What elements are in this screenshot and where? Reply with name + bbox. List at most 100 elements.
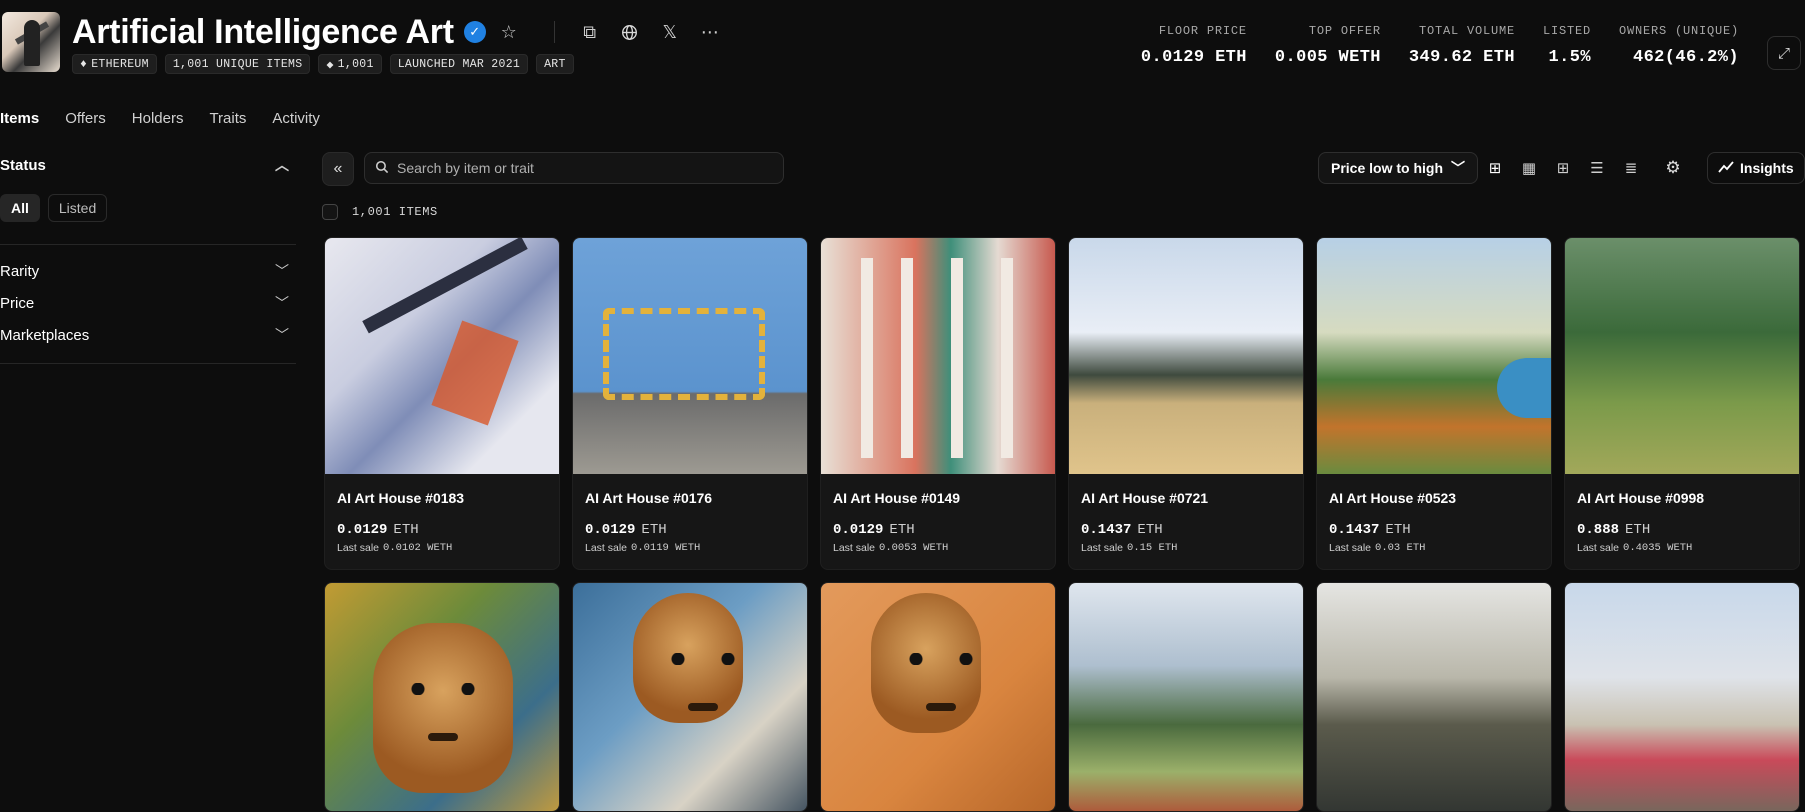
- category-badge: ART: [536, 54, 574, 74]
- item-name: AI Art House #0721: [1081, 490, 1209, 506]
- filter-sidebar: Status ︿ All Listed Rarity ﹀ Price ﹀ Mar…: [0, 150, 296, 374]
- sort-dropdown[interactable]: Price low to high ﹀: [1318, 152, 1479, 184]
- item-name: AI Art House #0183: [337, 490, 465, 506]
- chevron-down-icon: ﹀: [275, 295, 289, 311]
- item-price: 0.1437 ETH: [1081, 522, 1163, 538]
- select-all-checkbox[interactable]: [322, 204, 338, 220]
- verified-badge-icon: ✓: [463, 21, 486, 43]
- item-image: [821, 583, 1055, 811]
- item-card[interactable]: AI Art House #0176 0.0129 ETH Last sale 0.…: [572, 237, 808, 570]
- collection-title: Artificial Intelligence Art: [72, 12, 454, 51]
- item-price: 0.888 ETH: [1577, 522, 1651, 538]
- tab-offers[interactable]: Offers: [65, 110, 106, 133]
- item-last-sale: Last sale 0.15 ETH: [1081, 542, 1178, 554]
- settings-gear-icon[interactable]: ⚙: [1657, 152, 1689, 184]
- item-image: [1069, 583, 1303, 811]
- item-last-sale: Last sale 0.0053 WETH: [833, 542, 949, 554]
- items-toolbar: « Price low to high ﹀ ⊞ ▦ ⊞ ☰ ≣ ⚙ Insigh…: [322, 152, 1805, 186]
- item-card[interactable]: AI Art House #0523 0.1437 ETH Last sale 0.…: [1316, 237, 1552, 570]
- item-image: [1069, 238, 1303, 474]
- rarity-filter[interactable]: Rarity ﹀: [0, 255, 296, 287]
- search-icon: [375, 160, 389, 177]
- list-view-icon[interactable]: ☰: [1582, 152, 1612, 184]
- chevron-up-icon: ︿: [275, 157, 289, 173]
- item-name: AI Art House #0523: [1329, 490, 1457, 506]
- stat-listed: LISTED 1.5%: [1542, 24, 1591, 67]
- items-count: 1,001 ITEMS: [352, 205, 438, 219]
- item-image: [1565, 583, 1799, 811]
- divider: [0, 363, 296, 364]
- status-all-button[interactable]: All: [0, 194, 40, 222]
- more-options-icon[interactable]: ⋯: [697, 19, 723, 45]
- item-last-sale: Last sale 0.0119 WETH: [585, 542, 701, 554]
- unique-items-badge: 1,001 UNIQUE ITEMS: [164, 54, 311, 74]
- tab-holders[interactable]: Holders: [132, 110, 184, 133]
- items-count-row: 1,001 ITEMS: [322, 204, 438, 220]
- item-image: [573, 583, 807, 811]
- tab-traits[interactable]: Traits: [209, 110, 246, 133]
- item-name: AI Art House #0176: [585, 490, 713, 506]
- item-card[interactable]: AI Art House #0149 0.0129 ETH Last sale 0.…: [820, 237, 1056, 570]
- item-card[interactable]: [324, 582, 560, 812]
- table-view-icon[interactable]: ≣: [1616, 152, 1646, 184]
- grid-small-view-icon[interactable]: ⊞: [1548, 152, 1578, 184]
- collection-stats: FLOOR PRICE 0.0129 ETH TOP OFFER 0.005 W…: [1141, 24, 1739, 67]
- ethereum-icon: ♦: [80, 57, 88, 71]
- item-card[interactable]: [820, 582, 1056, 812]
- item-card[interactable]: [1068, 582, 1304, 812]
- item-card[interactable]: AI Art House #0998 0.888 ETH Last sale 0.4…: [1564, 237, 1800, 570]
- search-input[interactable]: [397, 160, 757, 176]
- item-image: [325, 583, 559, 811]
- x-social-icon[interactable]: 𝕏: [657, 19, 683, 45]
- item-card[interactable]: AI Art House #0183 0.0129 ETH Last sale 0.…: [324, 237, 560, 570]
- chevron-down-icon: ﹀: [275, 263, 289, 279]
- grid-large-view-icon[interactable]: ⊞: [1480, 152, 1510, 184]
- item-price: 0.0129 ETH: [585, 522, 667, 538]
- stat-total-volume: TOTAL VOLUME 349.62 ETH: [1408, 24, 1515, 67]
- view-toggle: ⊞ ▦ ⊞ ☰ ≣: [1480, 152, 1646, 184]
- grid-medium-view-icon[interactable]: ▦: [1514, 152, 1544, 184]
- insights-button[interactable]: Insights: [1707, 152, 1805, 184]
- divider: [553, 21, 555, 43]
- status-listed-button[interactable]: Listed: [47, 194, 108, 222]
- item-last-sale: Last sale 0.4035 WETH: [1577, 542, 1693, 554]
- marketplaces-filter[interactable]: Marketplaces ﹀: [0, 319, 296, 351]
- tab-items[interactable]: Items: [0, 110, 39, 133]
- launch-date-badge: LAUNCHED MAR 2021: [389, 54, 529, 74]
- item-image: [1565, 238, 1799, 474]
- item-price: 0.1437 ETH: [1329, 522, 1411, 538]
- item-card[interactable]: [1564, 582, 1800, 812]
- expand-icon[interactable]: ⤢: [1767, 36, 1801, 70]
- price-filter[interactable]: Price ﹀: [0, 287, 296, 319]
- trend-line-icon: [1718, 160, 1734, 176]
- item-image: [821, 238, 1055, 474]
- item-image: [573, 238, 807, 474]
- collection-header: Artificial Intelligence Art ✓ ☆ ⧉ 𝕏 ⋯ ♦ E…: [0, 0, 1805, 90]
- item-card[interactable]: [1316, 582, 1552, 812]
- chevron-down-icon: ﹀: [1451, 160, 1466, 176]
- stat-top-offer: TOP OFFER 0.005 WETH: [1274, 24, 1381, 67]
- tab-activity[interactable]: Activity: [272, 110, 320, 133]
- status-toggle: All Listed: [0, 194, 296, 222]
- item-card[interactable]: AI Art House #0721 0.1437 ETH Last sale 0.…: [1068, 237, 1304, 570]
- favorite-star-icon[interactable]: ☆: [496, 19, 522, 45]
- collection-tabs: Items Offers Holders Traits Activity: [0, 110, 320, 133]
- stat-floor-price: FLOOR PRICE 0.0129 ETH: [1140, 24, 1247, 67]
- item-card[interactable]: [572, 582, 808, 812]
- collection-avatar: [2, 12, 60, 72]
- website-globe-icon[interactable]: [617, 19, 643, 45]
- stat-owners: OWNERS (UNIQUE) 462(46.2%): [1618, 24, 1739, 67]
- chevron-down-icon: ﹀: [275, 327, 289, 343]
- item-price: 0.0129 ETH: [337, 522, 419, 538]
- chain-badge: ♦ ETHEREUM: [72, 54, 157, 74]
- item-name: AI Art House #0998: [1577, 490, 1705, 506]
- item-image: [325, 238, 559, 474]
- copy-icon[interactable]: ⧉: [577, 19, 603, 45]
- items-grid: AI Art House #0183 0.0129 ETH Last sale 0.…: [324, 237, 1800, 812]
- item-image: [1317, 583, 1551, 811]
- supply-badge: ◆ 1,001: [318, 54, 382, 74]
- status-filter-header[interactable]: Status ︿: [0, 150, 296, 180]
- item-last-sale: Last sale 0.03 ETH: [1329, 542, 1426, 554]
- search-box: [364, 152, 784, 184]
- collapse-sidebar-icon[interactable]: «: [322, 152, 354, 186]
